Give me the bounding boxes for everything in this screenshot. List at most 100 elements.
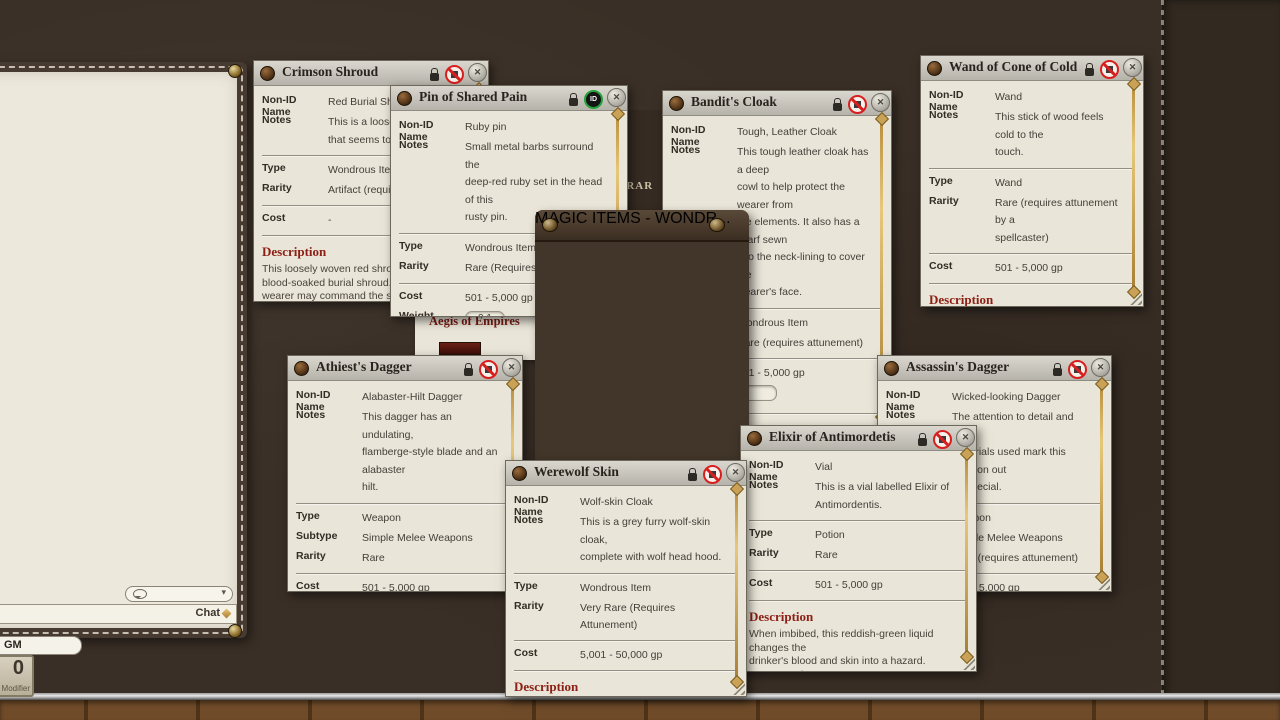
id-off-badge[interactable]: [1068, 360, 1087, 379]
lock-icon[interactable]: [1053, 368, 1062, 376]
separator: [296, 503, 514, 504]
window-titlebar[interactable]: Crimson Shroud✕: [254, 61, 488, 86]
description-heading: Description: [749, 609, 968, 625]
field-label: Notes: [296, 409, 360, 421]
field-label: Subtype: [296, 530, 360, 542]
chat-send-label[interactable]: Chat: [196, 607, 220, 619]
field-value: Wolf-skin Cloak: [580, 494, 724, 511]
field-row: RarityVery Rare (Requires Attunement): [506, 600, 746, 634]
window-stud-icon: [294, 361, 309, 376]
id-off-badge[interactable]: [848, 95, 867, 114]
field-value-line: hilt.: [362, 479, 500, 497]
separator: [749, 570, 968, 571]
field-row: Cost5,001 - 50,000 gp: [506, 647, 746, 664]
field-row: NotesThis stick of wood feels cold to th…: [921, 109, 1143, 162]
close-button[interactable]: ✕: [726, 463, 745, 482]
field-value: This stick of wood feels cold to thetouc…: [995, 109, 1121, 162]
window-titlebar[interactable]: Wand of Cone of Cold✕: [921, 56, 1143, 81]
field-value: Tough, Leather Cloak: [737, 124, 869, 141]
window-titlebar[interactable]: Pin of Shared PainID✕: [391, 86, 627, 111]
window-titlebar[interactable]: Bandit's Cloak✕: [663, 91, 891, 116]
field-row: Non-ID NameAlabaster-Hilt Dagger: [288, 389, 522, 406]
window-elixir-of-antimordetis[interactable]: Elixir of Antimordetis✕Non-ID NameVialNo…: [740, 425, 977, 672]
lock-icon[interactable]: [569, 98, 578, 106]
lock-icon[interactable]: [430, 73, 439, 81]
lock-icon[interactable]: [918, 438, 927, 446]
close-button[interactable]: ✕: [1091, 358, 1110, 377]
field-label: Cost: [514, 647, 578, 659]
field-row: Non-ID NameWand: [921, 89, 1143, 106]
lock-icon[interactable]: [688, 473, 697, 481]
field-value: Wondrous Item: [737, 315, 869, 332]
field-label: Rarity: [262, 182, 326, 194]
field-row: TypePotion: [741, 527, 976, 544]
separator: [929, 168, 1135, 169]
field-value-line: Antimordentis.: [815, 497, 954, 515]
chat-input[interactable]: Chat: [0, 604, 237, 624]
field-label: Type: [749, 527, 813, 539]
separator: [929, 253, 1135, 254]
id-off-badge[interactable]: [1100, 60, 1119, 79]
field-label: Type: [514, 580, 578, 592]
id-off-badge[interactable]: [703, 465, 722, 484]
description-heading: Description: [514, 679, 738, 695]
field-value: 501 - 5,000 gp: [995, 260, 1121, 277]
field-row: RarityRare: [741, 547, 976, 564]
lock-icon[interactable]: [464, 368, 473, 376]
chat-log[interactable]: [0, 72, 237, 628]
field-row: SubtypeSimple Melee Weapons: [288, 530, 522, 547]
window-titlebar[interactable]: Assassin's Dagger✕: [878, 356, 1111, 381]
field-label: Type: [262, 162, 326, 174]
field-label: Type: [929, 175, 993, 187]
window-stud-icon: [669, 96, 684, 111]
field-value: Rare (requires attunement by aspellcaste…: [995, 195, 1121, 248]
chat-voice-selector[interactable]: ▾: [125, 586, 233, 602]
close-button[interactable]: ✕: [502, 358, 521, 377]
window-titlebar[interactable]: Athiest's Dagger✕: [288, 356, 522, 381]
id-off-badge[interactable]: [479, 360, 498, 379]
scrollbar[interactable]: [1100, 386, 1103, 575]
list-titlebar[interactable]: MAGIC ITEMS - WONDR...: [535, 210, 749, 242]
scrollbar[interactable]: [735, 491, 738, 680]
window-werewolf-skin[interactable]: Werewolf Skin✕Non-ID NameWolf-skin Cloak…: [505, 460, 747, 697]
modifier-box[interactable]: 0 Modifier: [0, 655, 34, 697]
hotbar[interactable]: [0, 700, 1280, 720]
window-titlebar[interactable]: Werewolf Skin✕: [506, 461, 746, 486]
close-button[interactable]: ✕: [607, 88, 626, 107]
chat-window[interactable]: ▾ Chat: [0, 62, 247, 638]
speech-bubble-icon: [133, 589, 147, 599]
field-value: Simple Melee Weapons: [362, 530, 500, 547]
field-value: Wand: [995, 89, 1121, 106]
id-off-badge[interactable]: [933, 430, 952, 449]
field-row: RarityRare: [288, 550, 522, 567]
lock-icon[interactable]: [1085, 68, 1094, 76]
window-stud-icon: [512, 466, 527, 481]
field-value-box[interactable]: 0.1: [465, 311, 505, 318]
separator: [514, 640, 738, 641]
id-off-badge[interactable]: [445, 65, 464, 84]
scrollbar[interactable]: [1132, 86, 1135, 290]
window-wand-of-cone-of-cold[interactable]: Wand of Cone of Cold✕ Non-ID NameWand Note…: [920, 55, 1144, 307]
field-value: Ruby pin: [465, 119, 605, 136]
sidebar-leather-panel: [1162, 0, 1280, 720]
field-value: 501 - 5,000 gp: [737, 365, 869, 382]
field-value: Rare: [362, 550, 500, 567]
scrollbar[interactable]: [965, 456, 968, 655]
field-value-line: This stick of wood feels cold to the: [995, 109, 1121, 144]
close-button[interactable]: ✕: [468, 63, 487, 82]
field-label: Cost: [296, 580, 360, 592]
field-value: Rare (requires attunement): [737, 335, 869, 352]
window-athiests-dagger[interactable]: Athiest's Dagger✕ Non-ID NameAlabaster-Hi…: [287, 355, 523, 592]
field-label: Rarity: [399, 260, 463, 272]
window-stud-icon: [884, 361, 899, 376]
lock-icon[interactable]: [833, 103, 842, 111]
id-on-badge[interactable]: ID: [584, 90, 603, 109]
chat-speaker-pill[interactable]: GM: [0, 636, 82, 655]
field-value: Alabaster-Hilt Dagger: [362, 389, 500, 406]
close-button[interactable]: ✕: [871, 93, 890, 112]
field-label: Type: [296, 510, 360, 522]
close-button[interactable]: ✕: [1123, 58, 1142, 77]
window-titlebar[interactable]: Elixir of Antimordetis✕: [741, 426, 976, 451]
field-label: Notes: [929, 109, 993, 121]
close-button[interactable]: ✕: [956, 428, 975, 447]
